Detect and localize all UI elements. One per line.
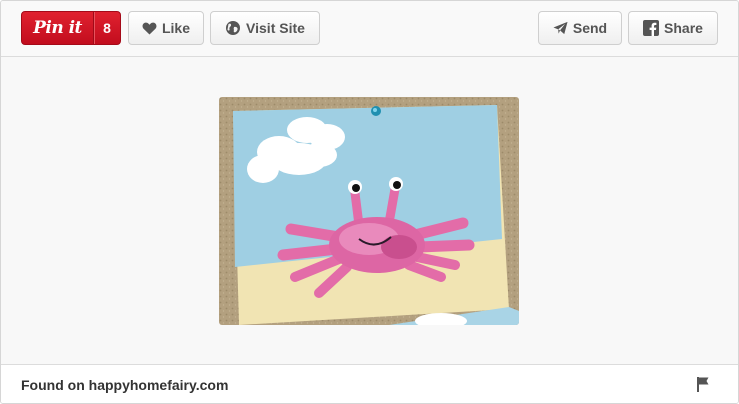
- share-label: Share: [664, 20, 703, 36]
- pin-embed-widget: Pin it 8 Like Visit Site Send Share Foun…: [0, 0, 739, 404]
- pin-image[interactable]: [219, 97, 519, 325]
- facebook-icon: [643, 20, 660, 36]
- footer: Found on happyhomefairy.com: [1, 364, 738, 403]
- pin-count: 8: [103, 20, 111, 36]
- send-button[interactable]: Send: [538, 11, 622, 45]
- like-button[interactable]: Like: [128, 11, 204, 45]
- paper-plane-icon: [553, 21, 568, 35]
- visit-site-label: Visit Site: [246, 20, 305, 36]
- heart-icon: [142, 22, 157, 35]
- like-label: Like: [161, 20, 190, 36]
- visit-site-button[interactable]: Visit Site: [210, 11, 320, 45]
- globe-icon: [225, 20, 241, 36]
- toolbar: Pin it 8 Like Visit Site Send Share: [1, 1, 738, 57]
- found-on-source-link[interactable]: Found on happyhomefairy.com: [21, 377, 228, 393]
- send-label: Send: [572, 20, 608, 36]
- pin-it-label: Pin it: [33, 18, 82, 38]
- share-button[interactable]: Share: [628, 11, 718, 45]
- pin-it-button[interactable]: Pin it 8: [21, 11, 121, 45]
- handprint-crab-craft-image: [219, 97, 519, 325]
- flag-icon[interactable]: [696, 377, 710, 397]
